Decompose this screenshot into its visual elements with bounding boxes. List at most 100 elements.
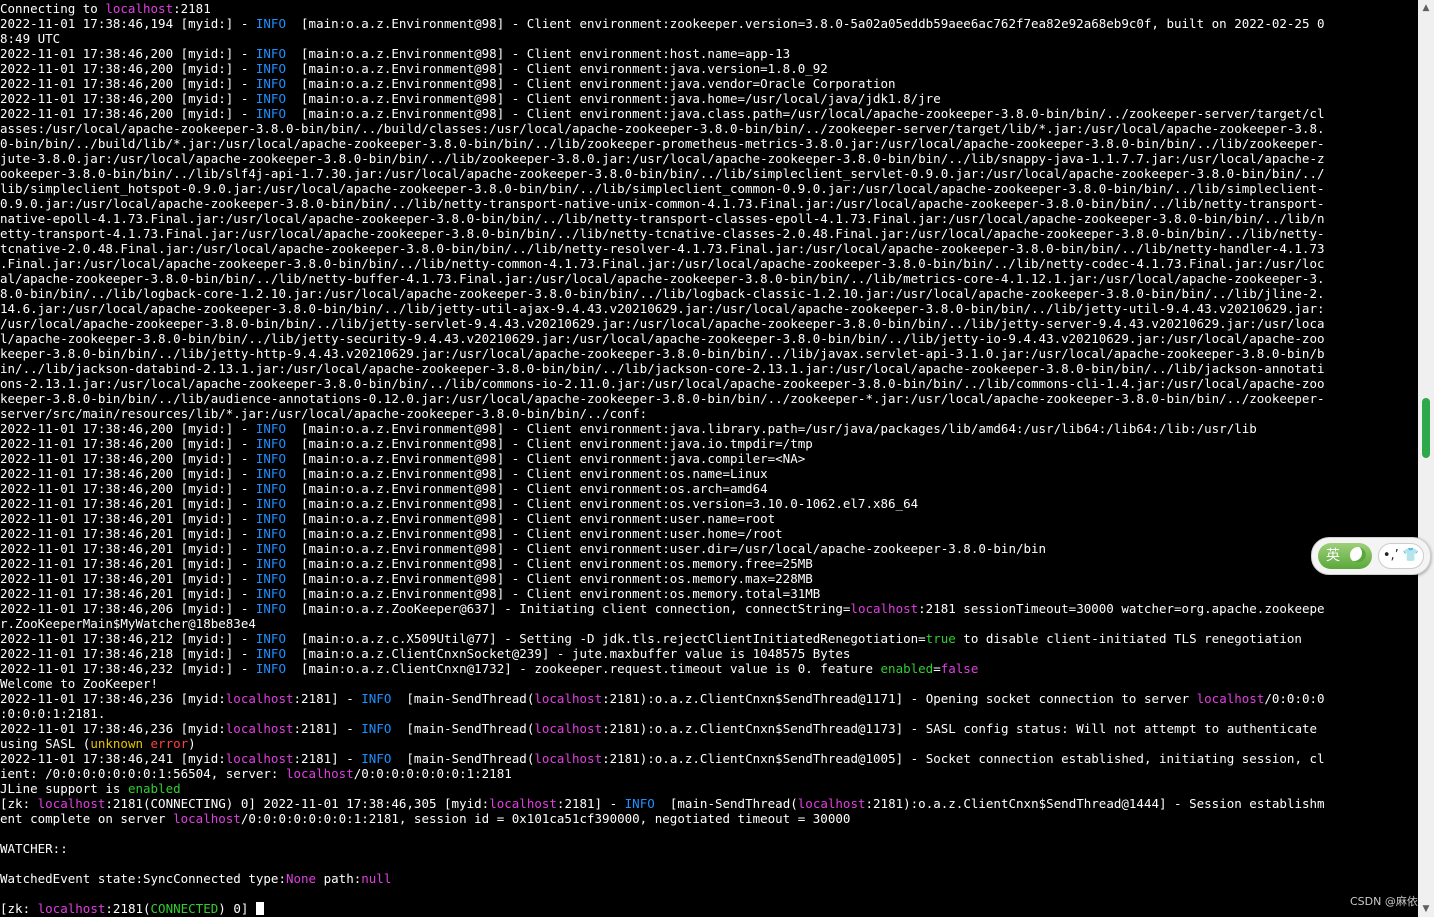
terminal-line: 2022-11-01 17:38:46,236 [myid:localhost:… [0,721,1418,736]
scroll-down-arrow-icon[interactable]: ▼ [1418,901,1434,917]
terminal-text-segment: INFO [255,46,286,61]
terminal-text-segment: INFO [255,646,286,661]
terminal-text-segment: 2022-11-01 17:38:46,194 [myid:] - [0,16,256,31]
terminal-line: 2022-11-01 17:38:46,201 [myid:] - INFO [… [0,586,1418,601]
terminal-text-segment: 2022-11-01 17:38:46,200 [myid:] - [0,76,256,91]
terminal-text-segment: in/../lib/jackson-databind-2.13.1.jar:/u… [0,361,1325,376]
terminal-text-segment: enabled [880,661,934,676]
terminal-text-segment: 2022-11-01 17:38:46,201 [myid:] - [0,556,256,571]
terminal-text-segment: INFO [255,631,286,646]
terminal-text-segment: INFO [255,526,286,541]
terminal-text-segment: INFO [255,511,286,526]
terminal-text-segment: ) [188,736,196,751]
terminal-text-segment: [main:o.a.z.Environment@98] - Client env… [285,466,768,481]
terminal-line: 2022-11-01 17:38:46,241 [myid:localhost:… [0,751,1418,766]
terminal-line: lib/simpleclient_hotspot-0.9.0.jar:/usr/… [0,181,1418,196]
terminal-text-segment: [main:o.a.z.Environment@98] - Client env… [285,436,813,451]
terminal-text-segment: 2022-11-01 17:38:46,200 [myid:] - [0,91,256,106]
terminal-line: 2022-11-01 17:38:46,200 [myid:] - INFO [… [0,91,1418,106]
terminal-text-segment: native-epoll-4.1.73.Final.jar:/usr/local… [0,211,1325,226]
terminal-text-segment: INFO [255,91,286,106]
terminal-text-segment: INFO [255,16,286,31]
ime-toolbar[interactable]: 英 •,’ 👕 [1311,537,1431,575]
terminal-text-segment: 2022-11-01 17:38:46,232 [myid:] - [0,661,256,676]
scroll-up-arrow-icon[interactable]: ▲ [1418,0,1434,16]
terminal-text-segment: localhost [37,901,106,916]
terminal-text-segment: localhost [285,766,354,781]
terminal-text-segment: INFO [255,481,286,496]
terminal-line: native-epoll-4.1.73.Final.jar:/usr/local… [0,211,1418,226]
terminal-line: 2022-11-01 17:38:46,194 [myid:] - INFO [… [0,16,1418,31]
terminal-text-segment: [main:o.a.z.Environment@98] - Client env… [285,451,806,466]
terminal-text-segment: keeper-3.8.0-bin/bin/../lib/audience-ann… [0,391,1325,406]
terminal-line: /usr/local/apache-zookeeper-3.8.0-bin/bi… [0,316,1418,331]
terminal-text-segment: localhost [225,751,294,766]
terminal-line: using SASL (unknown error) [0,736,1418,751]
terminal-line: l/apache-zookeeper-3.8.0-bin/bin/../lib/… [0,331,1418,346]
terminal-text-segment: 2022-11-01 17:38:46,201 [myid:] - [0,586,256,601]
terminal-text-segment: :2181):o.a.z.ClientCnxn$SendThread@1444]… [865,796,1325,811]
terminal-text-segment: INFO [255,541,286,556]
watermark: CSDN @麻依 [1350,895,1418,908]
terminal-line: 2022-11-01 17:38:46,200 [myid:] - INFO [… [0,481,1418,496]
scroll-thumb[interactable] [1422,398,1430,458]
terminal-text-segment: 2022-11-01 17:38:46,200 [myid:] - [0,451,256,466]
terminal-output: Connecting to localhost:2181 2022-11-01 1… [0,0,1418,917]
terminal-line: ookeeper-3.8.0-bin/bin/../lib/slf4j-api-… [0,166,1418,181]
terminal-text-segment: [main-SendThread( [391,691,535,706]
vertical-scrollbar[interactable]: ▲ ▼ [1418,0,1434,917]
terminal-line: 2022-11-01 17:38:46,200 [myid:] - INFO [… [0,436,1418,451]
terminal-text-segment: jute-3.8.0.jar:/usr/local/apache-zookeep… [0,151,1325,166]
terminal-text-segment: [main:o.a.z.Environment@98] - Client env… [285,586,821,601]
terminal-text-segment: 2022-11-01 17:38:46,200 [myid:] - [0,61,256,76]
terminal-line: 2022-11-01 17:38:46,200 [myid:] - INFO [… [0,46,1418,61]
terminal-text-segment: [main:o.a.z.Environment@98] - Client env… [285,421,1257,436]
terminal-text-segment: :2181] - [293,721,362,736]
terminal-text-segment: JLine support is [0,781,128,796]
terminal-text-segment: [main:o.a.z.Environment@98] - Client env… [285,541,1047,556]
terminal-line: 0.9.0.jar:/usr/local/apache-zookeeper-3.… [0,196,1418,211]
terminal-line: 2022-11-01 17:38:46,200 [myid:] - INFO [… [0,421,1418,436]
moon-icon [1350,547,1366,563]
terminal-text-segment: [main:o.a.z.Environment@98] - Client env… [285,106,1325,121]
terminal-line: 2022-11-01 17:38:46,212 [myid:] - INFO [… [0,631,1418,646]
terminal-line: 14.6.jar:/usr/local/apache-zookeeper-3.8… [0,301,1418,316]
terminal-text-segment: :2181 [173,1,211,16]
terminal-text-segment: INFO [255,76,286,91]
terminal-text-segment: 2022-11-01 17:38:46,200 [myid:] - [0,106,256,121]
terminal-text-segment: = [933,661,941,676]
ime-language-toggle[interactable]: 英 [1318,543,1372,569]
terminal-line: 8.0-bin/bin/../lib/logback-core-1.2.10.j… [0,286,1418,301]
terminal-text-segment: 2022-11-01 17:38:46,241 [myid: [0,751,226,766]
terminal-text-segment: keeper-3.8.0-bin/bin/../lib/jetty-http-9… [0,346,1325,361]
terminal-text-segment: 14.6.jar:/usr/local/apache-zookeeper-3.8… [0,301,1325,316]
ime-tools-button[interactable]: •,’ 👕 [1378,543,1424,569]
terminal-text-segment: :0:0:0:1:2181. [0,706,106,721]
terminal-text-segment: 2022-11-01 17:38:46,200 [myid:] - [0,436,256,451]
terminal-line: 2022-11-01 17:38:46,201 [myid:] - INFO [… [0,526,1418,541]
terminal-text-segment: INFO [255,496,286,511]
terminal-line: JLine support is enabled [0,781,1418,796]
terminal-text-segment: INFO [624,796,655,811]
terminal-line: WATCHER:: [0,841,1418,856]
terminal-text-segment: 2022-11-01 17:38:46,201 [myid:] - [0,511,256,526]
terminal-text-segment: false [940,661,979,676]
terminal-text-segment: WatchedEvent state:SyncConnected type: [0,871,286,886]
terminal-text-segment: 2022-11-01 17:38:46,200 [myid:] - [0,46,256,61]
terminal-text-segment: 2022-11-01 17:38:46,236 [myid: [0,691,226,706]
terminal-text-segment: INFO [255,61,286,76]
terminal-line: jute-3.8.0.jar:/usr/local/apache-zookeep… [0,151,1418,166]
terminal-text-segment: [main-SendThread( [654,796,798,811]
terminal-line: keeper-3.8.0-bin/bin/../lib/audience-ann… [0,391,1418,406]
terminal-line: server/src/main/resources/lib/*.jar:/usr… [0,406,1418,421]
terminal-line: 2022-11-01 17:38:46,200 [myid:] - INFO [… [0,61,1418,76]
terminal-text-segment: localhost [225,691,294,706]
terminal-text-segment: /0:0:0:0:0:0:0:1:2181 [353,766,512,781]
terminal-prompt[interactable]: [zk: localhost:2181(CONNECTED) 0] [0,901,1418,916]
terminal-text-segment: :2181] - [556,796,625,811]
terminal-text-segment: to disable client-initiated TLS renegoti… [955,631,1302,646]
text-cursor [255,902,264,915]
